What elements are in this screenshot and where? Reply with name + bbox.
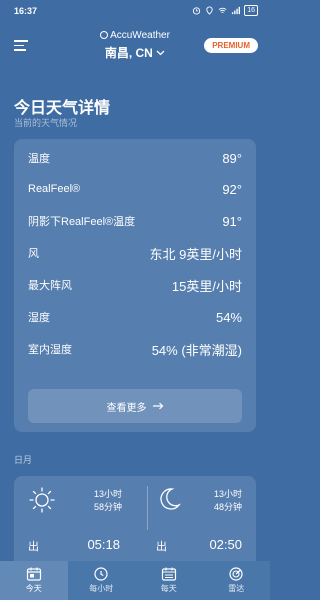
nav-radar-label: 雷达 [228, 584, 245, 593]
see-more-label: 查看更多 [106, 402, 147, 414]
calendar-today-icon [26, 567, 41, 581]
status-time: 16:37 [14, 6, 38, 16]
moon-duration-hours: 13小时 [213, 489, 242, 499]
detail-label: 风 [28, 248, 39, 260]
nav-today-label: 今天 [25, 584, 42, 593]
sunrise-label: 出 [28, 541, 39, 553]
radar-icon [229, 567, 243, 581]
wifi-icon [218, 7, 227, 13]
sunrise-time: 05:18 [87, 537, 120, 552]
nav-daily[interactable]: 每天 [135, 561, 203, 600]
arrow-right-icon [152, 402, 163, 410]
accuweather-logo-icon [100, 31, 109, 39]
brand-name: AccuWeather [110, 30, 170, 41]
detail-label: 最大阵风 [28, 280, 72, 292]
detail-value: 15英里/小时 [171, 278, 242, 294]
moon-duration-minutes: 48分钟 [213, 502, 242, 512]
detail-row-wind-gust: 最大阵风 15英里/小时 [28, 275, 242, 295]
nav-hourly-label: 每小时 [89, 584, 114, 593]
detail-label: 湿度 [28, 312, 50, 324]
signal-icon [232, 6, 241, 15]
detail-value: 54% (非常潮湿) [151, 342, 242, 358]
moonrise-time: 02:50 [209, 537, 242, 552]
detail-label: RealFeel® [28, 183, 81, 195]
status-icons: 16 [192, 5, 258, 16]
detail-value: 54% [215, 309, 242, 325]
detail-label: 温度 [28, 153, 50, 165]
status-bar: 16:37 16 [0, 0, 270, 22]
page-title: 今日天气详情 [14, 100, 111, 117]
moon-duration: 13小时 48分钟 [214, 488, 242, 514]
nav-today[interactable]: 今天 [0, 561, 68, 600]
premium-button[interactable]: PREMIUM [204, 38, 258, 53]
bottom-nav: 今天 每小时 每天 雷达 [0, 561, 270, 600]
sun-moon-divider [147, 486, 148, 530]
page-subtitle: 当前的天气情况 [14, 118, 78, 128]
location-name: 南昌, CN [104, 46, 153, 60]
app-bar: AccuWeather 南昌, CN PREMIUM [0, 26, 270, 66]
detail-value: 92° [222, 181, 242, 197]
detail-value: 89° [222, 150, 242, 166]
moonrise-label: 出 [156, 541, 167, 553]
location-icon [206, 6, 213, 15]
clock-icon [94, 567, 108, 581]
calendar-icon [161, 567, 176, 581]
chevron-down-icon [156, 50, 165, 56]
battery-indicator: 16 [244, 5, 258, 16]
detail-value: 91° [222, 213, 242, 229]
detail-row-realfeel: RealFeel® 92° [28, 179, 242, 199]
detail-row-temperature: 温度 89° [28, 148, 242, 168]
detail-label: 阴影下RealFeel®温度 [28, 216, 136, 228]
detail-row-indoor-humidity: 室内湿度 54% (非常潮湿) [28, 339, 242, 359]
sun-duration-hours: 13小时 [93, 489, 122, 499]
detail-row-realfeel-shade: 阴影下RealFeel®温度 91° [28, 211, 242, 231]
sun-duration-minutes: 58分钟 [93, 502, 122, 512]
nav-hourly[interactable]: 每小时 [68, 561, 136, 600]
alarm-icon [193, 7, 201, 15]
sun-moon-card: 13小时 58分钟 出 05:18 13小时 48分钟 出 02:50 [14, 476, 256, 572]
detail-value: 东北 9英里/小时 [149, 246, 242, 262]
nav-radar[interactable]: 雷达 [203, 561, 271, 600]
sun-duration: 13小时 58分钟 [94, 488, 122, 514]
see-more-button[interactable]: 查看更多 [28, 389, 242, 423]
detail-label: 室内湿度 [28, 344, 72, 356]
detail-row-humidity: 湿度 54% [28, 307, 242, 327]
sun-icon [29, 487, 55, 513]
moon-icon [160, 488, 182, 510]
nav-daily-label: 每天 [160, 584, 177, 593]
current-conditions-card: 温度 89° RealFeel® 92° 阴影下RealFeel®温度 91° … [14, 139, 256, 432]
detail-row-wind: 风 东北 9英里/小时 [28, 243, 242, 263]
sun-moon-section-label: 日月 [14, 455, 33, 465]
